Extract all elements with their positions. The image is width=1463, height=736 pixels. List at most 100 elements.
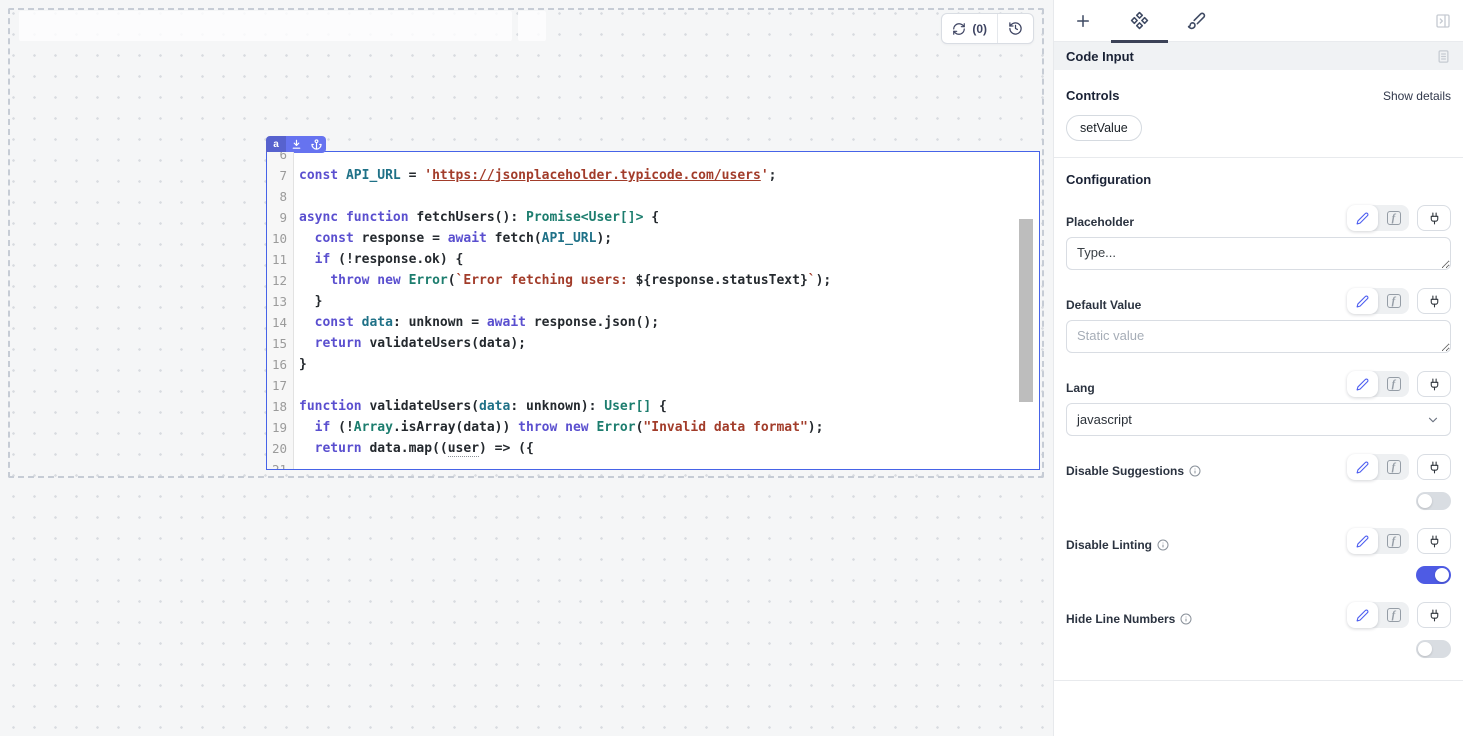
fx-icon[interactable]: f xyxy=(1378,371,1409,397)
fx-icon[interactable]: f xyxy=(1378,528,1409,554)
line-number: 8 xyxy=(267,186,294,207)
inspector-body: Controls Show details setValue Configura… xyxy=(1054,70,1463,736)
code-editor[interactable]: 67const API_URL = 'https://jsonplacehold… xyxy=(267,152,1039,469)
pencil-icon[interactable] xyxy=(1347,454,1378,480)
pencil-icon[interactable] xyxy=(1347,205,1378,231)
binding-mode-segment: f xyxy=(1347,205,1409,231)
binding-mode-segment: f xyxy=(1347,528,1409,554)
code-line[interactable]: 13 } xyxy=(267,291,1039,312)
hide-line-numbers-toggle[interactable] xyxy=(1416,640,1451,658)
pencil-icon[interactable] xyxy=(1347,602,1378,628)
plug-icon[interactable] xyxy=(1417,528,1451,554)
fx-icon[interactable]: f xyxy=(1378,602,1409,628)
lang-select-value: javascript xyxy=(1077,412,1132,427)
code-line[interactable]: 21 xyxy=(267,459,1039,469)
component-header: Code Input xyxy=(1054,42,1463,70)
fx-icon[interactable]: f xyxy=(1378,288,1409,314)
plug-icon[interactable] xyxy=(1417,288,1451,314)
code-line[interactable]: 9async function fetchUsers(): Promise<Us… xyxy=(267,207,1039,228)
default-value-input[interactable] xyxy=(1066,320,1451,353)
info-icon[interactable] xyxy=(1180,613,1192,625)
plug-icon[interactable] xyxy=(1417,371,1451,397)
disable-linting-label: Disable Linting xyxy=(1066,538,1152,552)
code-line[interactable]: 15 return validateUsers(data); xyxy=(267,333,1039,354)
binding-mode-segment: f xyxy=(1347,288,1409,314)
pencil-icon[interactable] xyxy=(1347,371,1378,397)
code-line[interactable]: 8 xyxy=(267,186,1039,207)
show-details-link[interactable]: Show details xyxy=(1383,89,1451,103)
tab-component-config[interactable] xyxy=(1111,0,1168,42)
line-number: 9 xyxy=(267,207,294,228)
code-line[interactable]: 20 return data.map((user) => ({ xyxy=(267,438,1039,459)
info-icon[interactable] xyxy=(1189,465,1201,477)
line-number: 13 xyxy=(267,291,294,312)
panel-collapse-icon[interactable] xyxy=(1435,13,1451,29)
code-line[interactable]: 14 const data: unknown = await response.… xyxy=(267,312,1039,333)
configuration-section-title: Configuration xyxy=(1066,172,1451,187)
refresh-queries-button[interactable]: (0) xyxy=(942,14,997,43)
history-icon xyxy=(1008,21,1023,36)
empty-widget-placeholder xyxy=(518,11,546,41)
line-number: 19 xyxy=(267,417,294,438)
field-disable-linting: Disable Linting f xyxy=(1066,528,1451,584)
binding-mode-segment: f xyxy=(1347,371,1409,397)
controls-section-title: Controls xyxy=(1066,88,1119,103)
disable-linting-toggle[interactable] xyxy=(1416,566,1451,584)
default-value-label: Default Value xyxy=(1066,298,1141,314)
line-number: 20 xyxy=(267,438,294,459)
section-divider xyxy=(1054,680,1463,681)
document-icon[interactable] xyxy=(1436,49,1451,64)
widget-label[interactable]: a xyxy=(266,136,286,153)
code-line[interactable]: 7const API_URL = 'https://jsonplaceholde… xyxy=(267,165,1039,186)
builder-canvas[interactable]: (0) a 67const API_URL = 'https:/ xyxy=(0,0,1053,736)
arrow-down-to-bar-icon[interactable] xyxy=(286,136,306,153)
code-line[interactable]: 6 xyxy=(267,152,1039,165)
field-hide-line-numbers: Hide Line Numbers f xyxy=(1066,602,1451,658)
anchor-icon[interactable] xyxy=(306,136,326,153)
fx-icon[interactable]: f xyxy=(1378,205,1409,231)
line-number: 16 xyxy=(267,354,294,375)
lang-label: Lang xyxy=(1066,381,1095,397)
info-icon[interactable] xyxy=(1157,539,1169,551)
code-line[interactable]: 10 const response = await fetch(API_URL)… xyxy=(267,228,1039,249)
fx-icon[interactable]: f xyxy=(1378,454,1409,480)
line-number: 7 xyxy=(267,165,294,186)
plug-icon[interactable] xyxy=(1417,205,1451,231)
placeholder-input[interactable]: Type... xyxy=(1066,237,1451,270)
line-number: 18 xyxy=(267,396,294,417)
setvalue-chip[interactable]: setValue xyxy=(1066,115,1142,141)
disable-suggestions-toggle[interactable] xyxy=(1416,492,1451,510)
inspector-panel: Code Input Controls Show details setValu… xyxy=(1053,0,1463,736)
code-line[interactable]: 16} xyxy=(267,354,1039,375)
canvas-toolbar: (0) xyxy=(941,13,1034,44)
empty-widget-placeholder xyxy=(19,11,512,41)
field-lang: Lang f javascript xyxy=(1066,371,1451,436)
history-button[interactable] xyxy=(998,14,1033,43)
line-number: 11 xyxy=(267,249,294,270)
code-line[interactable]: 12 throw new Error(`Error fetching users… xyxy=(267,270,1039,291)
widget-handle[interactable]: a xyxy=(266,136,326,153)
pencil-icon[interactable] xyxy=(1347,288,1378,314)
binding-mode-segment: f xyxy=(1347,602,1409,628)
lang-select[interactable]: javascript xyxy=(1066,403,1451,436)
code-line[interactable]: 11 if (!response.ok) { xyxy=(267,249,1039,270)
tab-add-component[interactable] xyxy=(1054,0,1111,42)
refresh-icon xyxy=(952,22,966,36)
plug-icon[interactable] xyxy=(1417,602,1451,628)
tab-styles[interactable] xyxy=(1168,0,1225,42)
code-line[interactable]: 18function validateUsers(data: unknown):… xyxy=(267,396,1039,417)
field-default-value: Default Value f xyxy=(1066,288,1451,353)
component-title: Code Input xyxy=(1066,49,1134,64)
code-input-widget[interactable]: a 67const API_URL = 'https://jsonplaceho… xyxy=(266,151,1040,470)
pencil-icon[interactable] xyxy=(1347,528,1378,554)
code-line[interactable]: 19 if (!Array.isArray(data)) throw new E… xyxy=(267,417,1039,438)
code-lines: 67const API_URL = 'https://jsonplacehold… xyxy=(267,152,1039,469)
line-number: 21 xyxy=(267,459,294,469)
code-line[interactable]: 17 xyxy=(267,375,1039,396)
line-number: 12 xyxy=(267,270,294,291)
plug-icon[interactable] xyxy=(1417,454,1451,480)
line-number: 15 xyxy=(267,333,294,354)
field-disable-suggestions: Disable Suggestions f xyxy=(1066,454,1451,510)
editor-scrollbar[interactable] xyxy=(1019,219,1033,402)
line-number: 14 xyxy=(267,312,294,333)
